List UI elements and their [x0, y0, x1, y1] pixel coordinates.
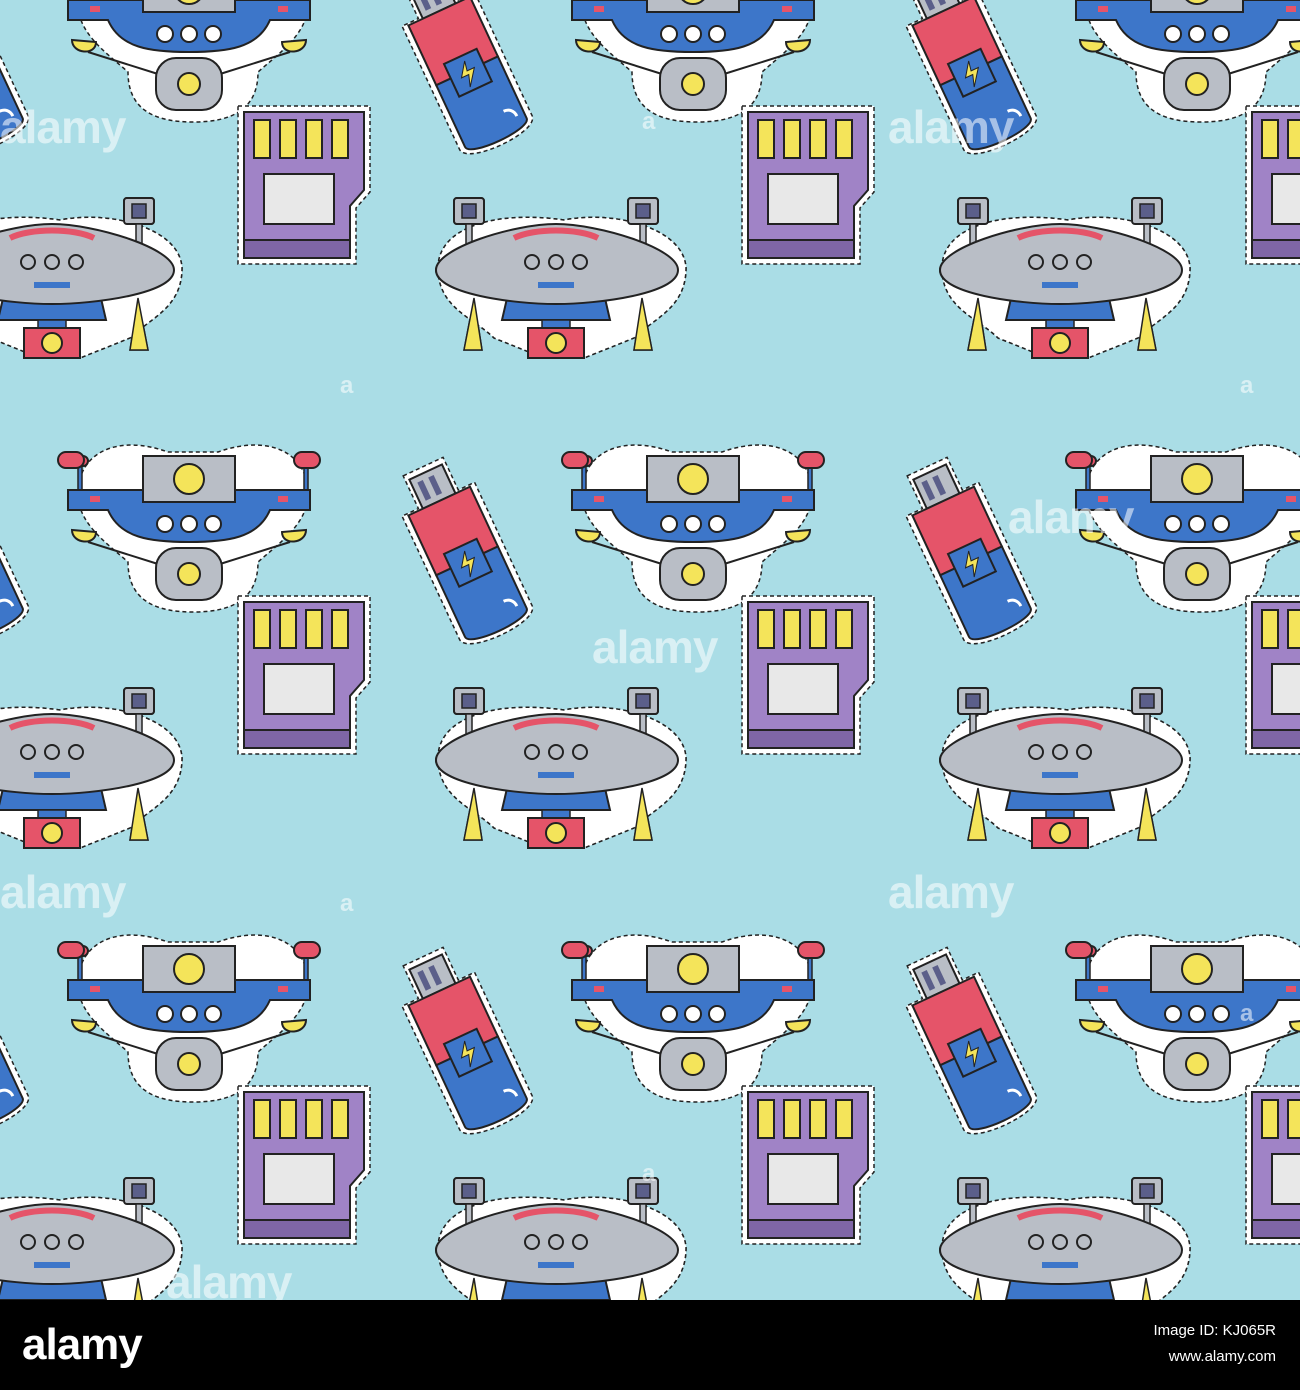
watermark-letter: a [642, 108, 656, 135]
sd-card-icon [741, 595, 875, 755]
drone-blue-icon [1065, 934, 1300, 1103]
watermark-letter: a [1240, 1000, 1254, 1027]
sd-card-icon [237, 105, 371, 265]
drone-blue-icon [561, 934, 825, 1103]
drone-blue-icon [561, 0, 825, 123]
usb-flash-drive-icon [0, 938, 36, 1144]
drone-gray-icon [940, 198, 1190, 358]
drone-gray-icon [940, 1178, 1190, 1300]
drone-gray-icon [436, 198, 686, 358]
image-id-text: Image ID: KJ065R [1153, 1322, 1276, 1339]
sd-card-icon [1245, 105, 1300, 265]
site-url-text: www.alamy.com [1168, 1348, 1276, 1365]
drone-blue-icon [57, 934, 321, 1103]
alamy-logo: alamy [22, 1320, 143, 1369]
watermark-text: alamy [592, 621, 718, 673]
watermark-letter: a [340, 890, 354, 917]
watermark-letter: a [642, 1160, 656, 1187]
watermark-letter: a [1240, 372, 1254, 399]
watermark-text: alamy [888, 866, 1014, 918]
sd-card-icon [741, 1085, 875, 1245]
watermark-letter: a [340, 372, 354, 399]
usb-flash-drive-icon [385, 0, 540, 164]
drone-gray-icon [0, 1178, 182, 1300]
usb-flash-drive-icon [889, 448, 1044, 654]
drone-blue-icon [57, 444, 321, 613]
drone-gray-icon [940, 688, 1190, 848]
sd-card-icon [1245, 595, 1300, 755]
footer-bar: alamy Image ID: KJ065R www.alamy.com [0, 1300, 1300, 1390]
watermark-text: alamy [0, 866, 126, 918]
sd-card-icon [1245, 1085, 1300, 1245]
usb-flash-drive-icon [0, 448, 36, 654]
pattern-background: alamy alamy alamy alamy alamy alamy alam… [0, 0, 1300, 1300]
sd-card-icon [741, 105, 875, 265]
drone-gray-icon [436, 1178, 686, 1300]
usb-flash-drive-icon [889, 938, 1044, 1144]
drone-gray-icon [0, 198, 182, 358]
usb-flash-drive-icon [385, 448, 540, 654]
sd-card-icon [237, 595, 371, 755]
sd-card-icon [237, 1085, 371, 1245]
drone-blue-icon [561, 444, 825, 613]
drone-blue-icon [1065, 0, 1300, 123]
usb-flash-drive-icon [385, 938, 540, 1144]
watermark-text: alamy [1008, 491, 1134, 543]
watermark-text: alamy [166, 1256, 292, 1300]
drone-gray-icon [436, 688, 686, 848]
drone-gray-icon [0, 688, 182, 848]
watermark-text: alamy [888, 101, 1014, 153]
watermark-text: alamy [0, 101, 126, 153]
